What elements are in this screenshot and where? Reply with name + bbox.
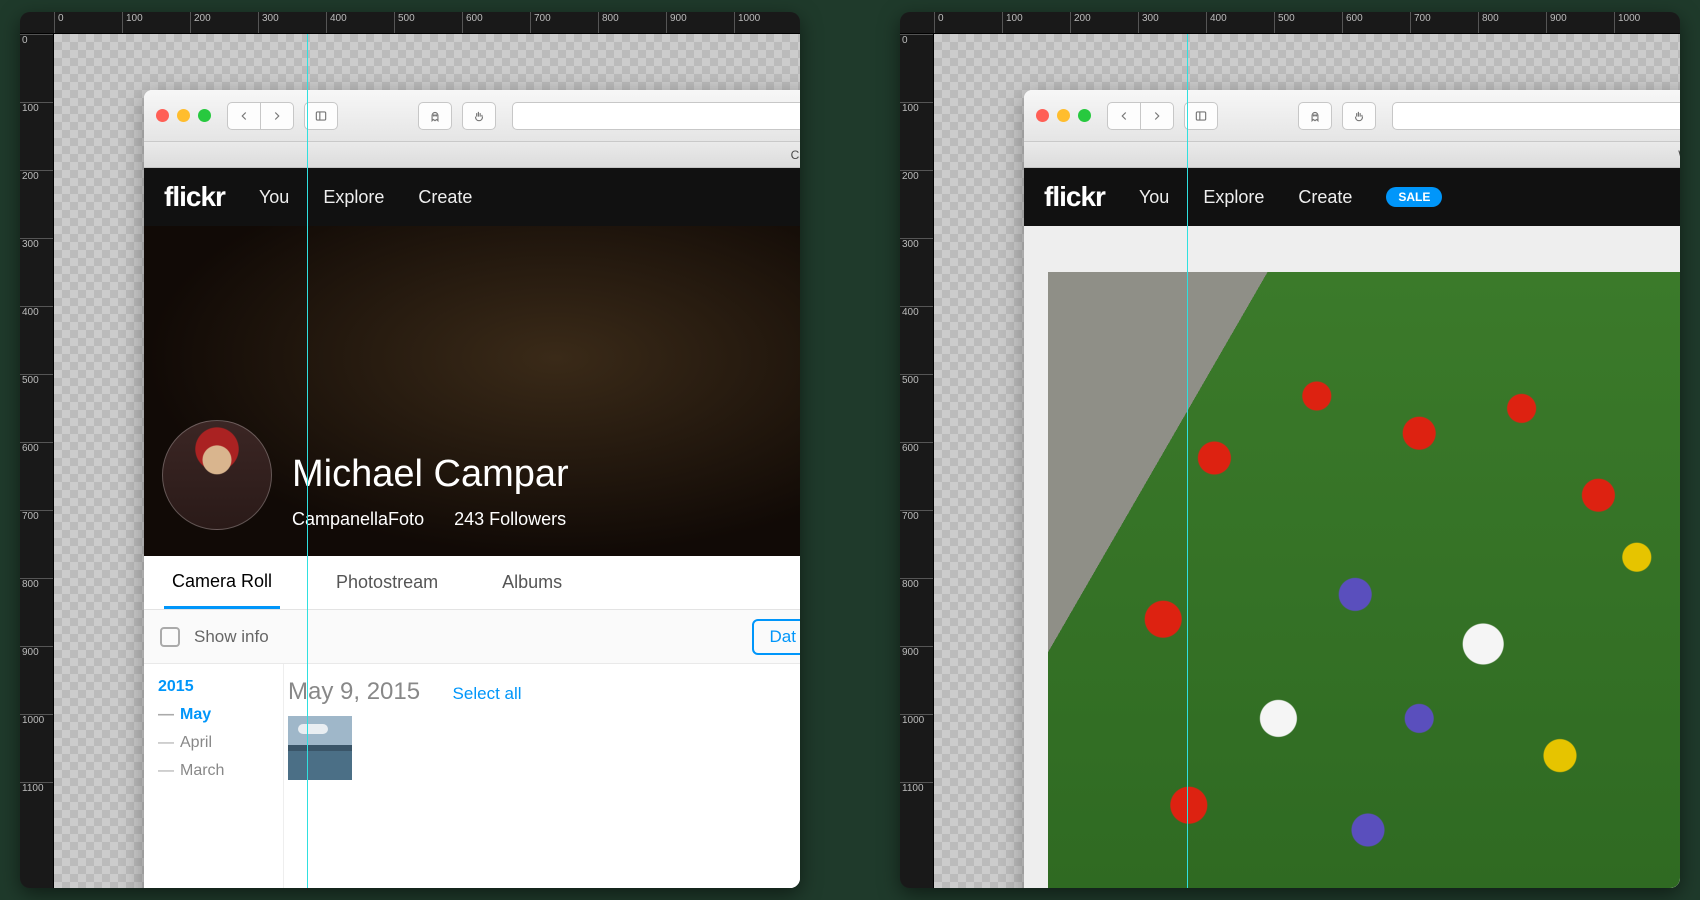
month-april[interactable]: —April: [158, 734, 283, 752]
back-button[interactable]: [227, 102, 261, 130]
month-may[interactable]: —May: [158, 706, 283, 724]
show-info-checkbox[interactable]: [160, 627, 180, 647]
photo-page: [1024, 226, 1680, 888]
year-2015[interactable]: 2015: [158, 678, 283, 696]
roll-body: 2015 —May —April —March May 9, 2015 Sele…: [144, 664, 800, 888]
date-sidebar: 2015 —May —April —March: [144, 664, 284, 888]
back-button[interactable]: [1107, 102, 1141, 130]
extension-hand-icon[interactable]: [1342, 102, 1376, 130]
extension-hand-icon[interactable]: [462, 102, 496, 130]
browser-window-right: We flickr You Explore Create SALE: [1024, 90, 1680, 888]
browser-toolbar: [1024, 90, 1680, 142]
address-bar[interactable]: [1392, 102, 1680, 130]
editor-panel-right: 0 100 200 300 400 500 600 700 800 900 10…: [900, 12, 1680, 888]
roll-grid: May 9, 2015 Select all: [284, 664, 800, 888]
editor-panel-left: 0 100 200 300 400 500 600 700 800 900 10…: [20, 12, 800, 888]
profile-followers[interactable]: 243 Followers: [454, 509, 566, 530]
profile-subline: CampanellaFoto 243 Followers: [292, 509, 566, 530]
ruler-top: 0 100 200 300 400 500 600 700 800 900 10…: [20, 12, 800, 34]
tab-camera-roll[interactable]: Camera Roll: [164, 556, 280, 609]
nav-explore[interactable]: Explore: [323, 187, 384, 208]
month-march[interactable]: —March: [158, 762, 283, 780]
close-icon[interactable]: [1036, 109, 1049, 122]
close-icon[interactable]: [156, 109, 169, 122]
photo-thumbnail[interactable]: [288, 716, 352, 780]
sidebar-toggle-button[interactable]: [1184, 102, 1218, 130]
nav-explore[interactable]: Explore: [1203, 187, 1264, 208]
nav-you[interactable]: You: [259, 187, 289, 208]
profile-username[interactable]: CampanellaFoto: [292, 509, 424, 530]
main-photo[interactable]: [1048, 272, 1680, 888]
window-controls: [1036, 109, 1091, 122]
ruler-top: 0 100 200 300 400 500 600 700 800 900 10…: [900, 12, 1680, 34]
nav-create[interactable]: Create: [418, 187, 472, 208]
profile-tabs: Camera Roll Photostream Albums: [144, 556, 800, 610]
minimize-icon[interactable]: [1057, 109, 1070, 122]
minimize-icon[interactable]: [177, 109, 190, 122]
ruler-left: 0 100 200 300 400 500 600 700 800 900 10…: [900, 34, 934, 888]
canvas-left[interactable]: Cam flickr You Explore Create Michael Ca…: [54, 34, 800, 888]
flickr-logo[interactable]: flickr: [164, 181, 225, 213]
sale-badge[interactable]: SALE: [1386, 187, 1442, 207]
browser-toolbar: [144, 90, 800, 142]
roll-toolbar: Show info Dat: [144, 610, 800, 664]
select-all-link[interactable]: Select all: [453, 684, 522, 704]
tab-bar: We: [1024, 142, 1680, 168]
ruler-left: 0 100 200 300 400 500 600 700 800 900 10…: [20, 34, 54, 888]
tab-albums[interactable]: Albums: [494, 556, 570, 609]
extension-ghost-icon[interactable]: [418, 102, 452, 130]
nav-create[interactable]: Create: [1298, 187, 1352, 208]
zoom-icon[interactable]: [198, 109, 211, 122]
profile-name: Michael Campar: [292, 453, 569, 496]
roll-date: May 9, 2015: [288, 678, 420, 705]
forward-button[interactable]: [1140, 102, 1174, 130]
flickr-header: flickr You Explore Create SALE: [1024, 168, 1680, 226]
tab-title[interactable]: We: [1678, 148, 1680, 162]
extension-ghost-icon[interactable]: [1298, 102, 1332, 130]
date-taken-button[interactable]: Dat: [752, 619, 800, 655]
browser-window-left: Cam flickr You Explore Create Michael Ca…: [144, 90, 800, 888]
tab-bar: Cam: [144, 142, 800, 168]
canvas-right[interactable]: We flickr You Explore Create SALE: [934, 34, 1680, 888]
address-bar[interactable]: [512, 102, 800, 130]
flickr-logo[interactable]: flickr: [1044, 181, 1105, 213]
flickr-header: flickr You Explore Create: [144, 168, 800, 226]
tab-photostream[interactable]: Photostream: [328, 556, 446, 609]
show-info-label: Show info: [194, 627, 269, 647]
zoom-icon[interactable]: [1078, 109, 1091, 122]
forward-button[interactable]: [260, 102, 294, 130]
window-controls: [156, 109, 211, 122]
tab-title[interactable]: Cam: [791, 148, 800, 162]
avatar[interactable]: [162, 420, 272, 530]
profile-cover: Michael Campar CampanellaFoto 243 Follow…: [144, 226, 800, 556]
sidebar-toggle-button[interactable]: [304, 102, 338, 130]
nav-you[interactable]: You: [1139, 187, 1169, 208]
